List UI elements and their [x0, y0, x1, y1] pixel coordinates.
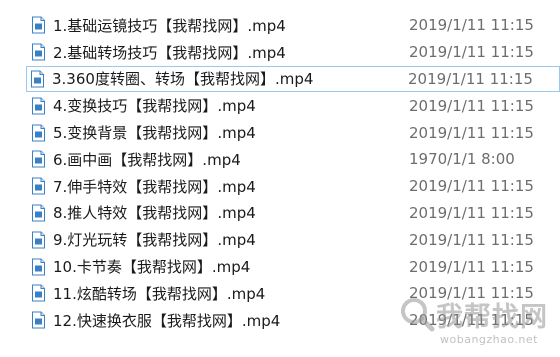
file-row[interactable]: 4.变换技巧【我帮找网】.mp4 2019/1/11 11:15	[0, 92, 560, 119]
file-row[interactable]: 11.炫酷转场【我帮找网】.mp4 2019/1/11 11:15	[0, 280, 560, 307]
file-modified-date: 2019/1/11 11:15	[409, 230, 534, 249]
video-file-icon	[32, 43, 45, 61]
file-list: 1.基础运镜技巧【我帮找网】.mp4 2019/1/11 11:15 2.基础转…	[0, 12, 560, 334]
video-file-icon	[32, 97, 45, 115]
file-modified-date: 1970/1/1 8:00	[409, 150, 515, 169]
video-file-icon	[32, 177, 45, 195]
video-file-icon	[32, 124, 45, 142]
file-modified-date: 2019/1/11 11:15	[409, 203, 534, 222]
file-name: 8.推人特效【我帮找网】.mp4	[53, 204, 256, 223]
file-row[interactable]: 9.灯光玩转【我帮找网】.mp4 2019/1/11 11:15	[0, 226, 560, 253]
file-name: 10.卡节奏【我帮找网】.mp4	[53, 258, 251, 277]
video-file-icon	[32, 311, 45, 329]
file-modified-date: 2019/1/11 11:15	[409, 43, 534, 62]
video-file-icon	[32, 16, 45, 34]
file-row[interactable]: 6.画中画【我帮找网】.mp4 1970/1/1 8:00	[0, 146, 560, 173]
file-modified-date: 2019/1/11 11:15	[409, 311, 534, 330]
file-modified-date: 2019/1/11 11:15	[409, 96, 534, 115]
video-file-icon	[32, 284, 45, 302]
file-name: 6.画中画【我帮找网】.mp4	[53, 150, 241, 169]
file-name: 1.基础运镜技巧【我帮找网】.mp4	[53, 16, 286, 35]
file-row[interactable]: 10.卡节奏【我帮找网】.mp4 2019/1/11 11:15	[0, 253, 560, 280]
file-name: 12.快速换衣服【我帮找网】.mp4	[53, 311, 281, 330]
file-name: 3.360度转圈、转场【我帮找网】.mp4	[52, 70, 314, 89]
file-name: 5.变换背景【我帮找网】.mp4	[53, 124, 256, 143]
video-file-icon	[32, 150, 45, 168]
file-row-selected[interactable]: 3.360度转圈、转场【我帮找网】.mp4 2019/1/11 11:15	[26, 65, 560, 93]
file-row[interactable]: 2.基础转场技巧【我帮找网】.mp4 2019/1/11 11:15	[0, 39, 560, 66]
file-name: 4.变换技巧【我帮找网】.mp4	[53, 97, 256, 116]
video-file-icon	[31, 70, 44, 88]
video-file-icon	[32, 231, 45, 249]
file-modified-date: 2019/1/11 11:15	[409, 16, 534, 35]
file-modified-date: 2019/1/11 11:15	[408, 69, 533, 88]
video-file-icon	[32, 258, 45, 276]
file-row[interactable]: 7.伸手特效【我帮找网】.mp4 2019/1/11 11:15	[0, 173, 560, 200]
file-modified-date: 2019/1/11 11:15	[409, 123, 534, 142]
file-modified-date: 2019/1/11 11:15	[409, 284, 534, 303]
file-name: 9.灯光玩转【我帮找网】.mp4	[53, 231, 256, 250]
file-row[interactable]: 1.基础运镜技巧【我帮找网】.mp4 2019/1/11 11:15	[0, 12, 560, 39]
file-name: 7.伸手特效【我帮找网】.mp4	[53, 177, 256, 196]
file-row[interactable]: 8.推人特效【我帮找网】.mp4 2019/1/11 11:15	[0, 200, 560, 227]
file-row[interactable]: 5.变换背景【我帮找网】.mp4 2019/1/11 11:15	[0, 119, 560, 146]
video-file-icon	[32, 204, 45, 222]
file-modified-date: 2019/1/11 11:15	[409, 257, 534, 276]
watermark-url: wobangzhao.net	[440, 333, 538, 346]
file-row[interactable]: 12.快速换衣服【我帮找网】.mp4 2019/1/11 11:15	[0, 307, 560, 334]
file-modified-date: 2019/1/11 11:15	[409, 177, 534, 196]
file-name: 11.炫酷转场【我帮找网】.mp4	[53, 284, 266, 303]
file-name: 2.基础转场技巧【我帮找网】.mp4	[53, 43, 286, 62]
